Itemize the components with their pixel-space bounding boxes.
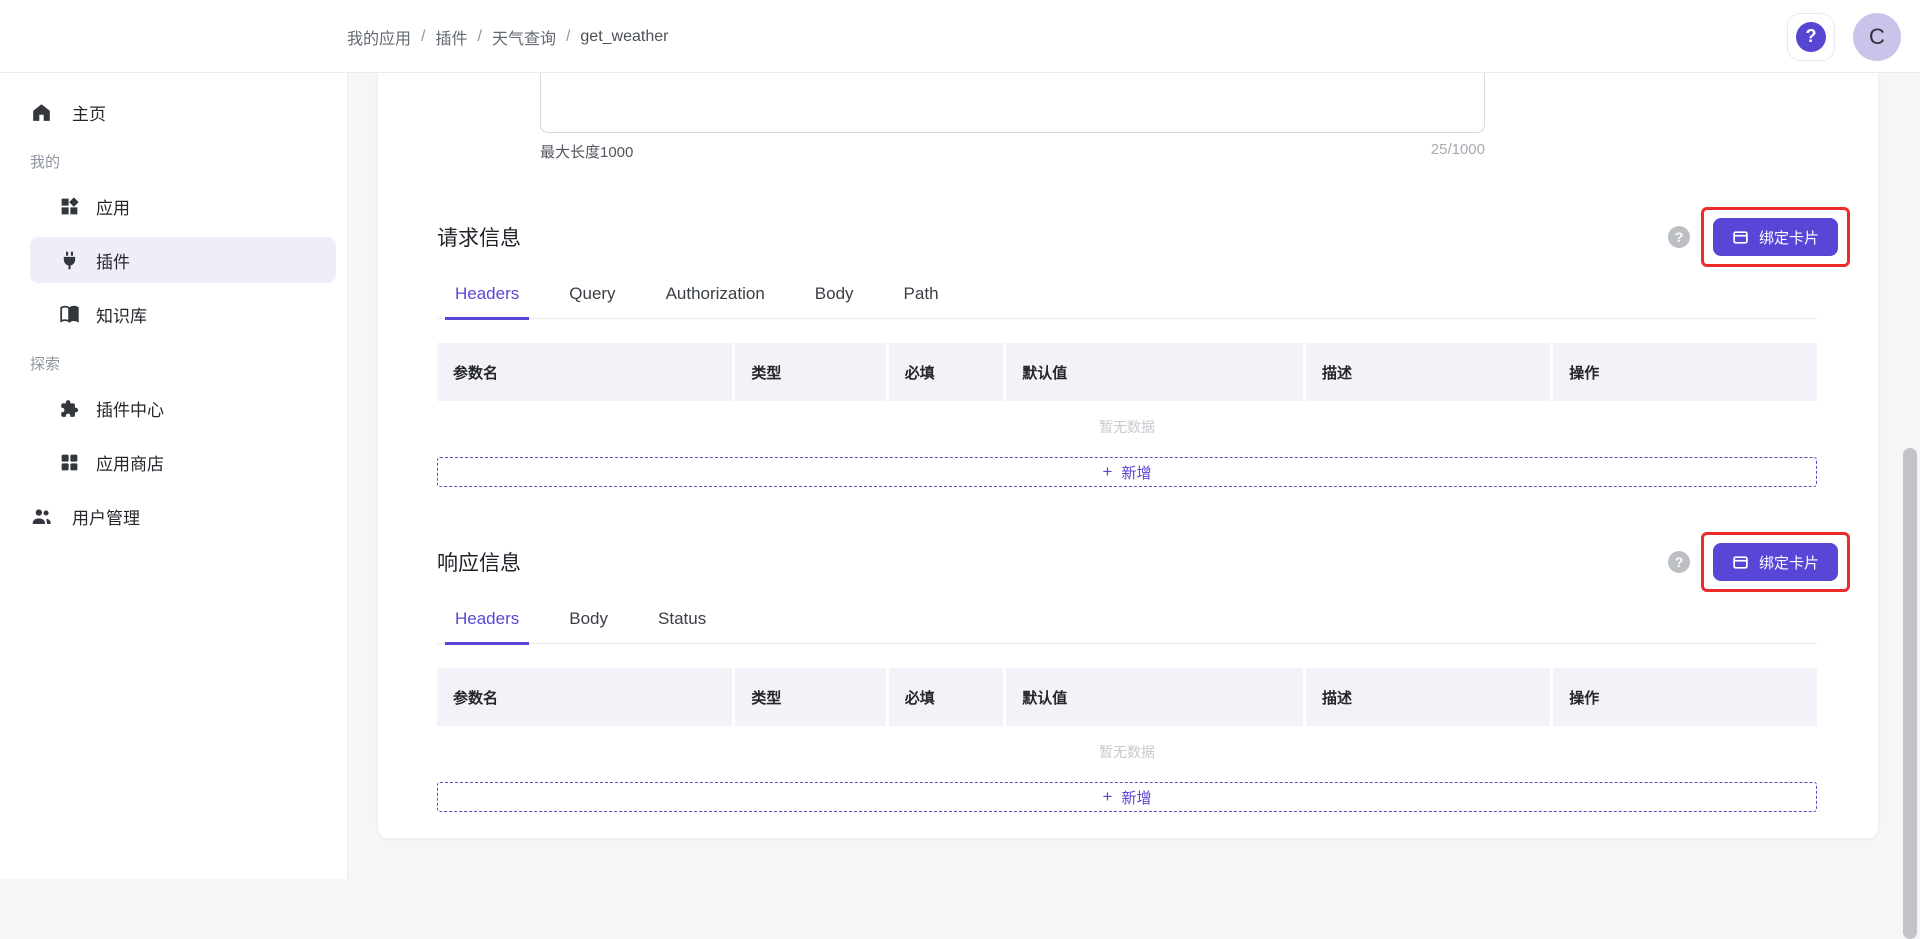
breadcrumb-item-get-weather: get_weather xyxy=(580,28,668,46)
topbar-actions: ? C xyxy=(1787,0,1901,73)
tab-query[interactable]: Query xyxy=(559,278,625,318)
column-type: 类型 xyxy=(735,343,885,401)
bind-card-label: 绑定卡片 xyxy=(1759,552,1819,573)
breadcrumb-separator: / xyxy=(477,28,481,46)
avatar[interactable]: C xyxy=(1853,13,1901,61)
response-table-header: 参数名 类型 必填 默认值 描述 操作 xyxy=(437,668,1817,726)
bind-card-label: 绑定卡片 xyxy=(1759,227,1819,248)
request-empty-text: 暂无数据 xyxy=(437,417,1817,437)
column-description: 描述 xyxy=(1306,668,1550,726)
request-bind-card-button[interactable]: 绑定卡片 xyxy=(1713,218,1838,256)
column-default: 默认值 xyxy=(1006,343,1303,401)
question-icon: ? xyxy=(1796,22,1826,52)
textarea-meta: 最大长度1000 25/1000 xyxy=(540,141,1485,162)
sidebar-item-knowledge[interactable]: 知识库 xyxy=(30,291,336,337)
sidebar-item-plugins[interactable]: 插件 xyxy=(30,237,336,283)
tab-headers[interactable]: Headers xyxy=(445,278,529,320)
tab-body[interactable]: Body xyxy=(559,603,618,643)
sidebar-item-app-store[interactable]: 应用商店 xyxy=(30,439,336,485)
puzzle-icon xyxy=(58,397,80,419)
store-icon xyxy=(58,451,80,473)
plugin-icon xyxy=(58,249,80,271)
plugin-config-card: 最大长度1000 25/1000 请求信息 ? 绑定卡片 He xyxy=(378,73,1878,838)
sidebar-item-user-management[interactable]: 用户管理 xyxy=(30,493,336,539)
sidebar-section-label: 我的 xyxy=(30,151,60,172)
annotation-highlight-box: 绑定卡片 xyxy=(1701,532,1850,592)
card-icon xyxy=(1732,554,1749,571)
tab-authorization[interactable]: Authorization xyxy=(656,278,775,318)
request-table-header: 参数名 类型 必填 默认值 描述 操作 xyxy=(437,343,1817,401)
column-param-name: 参数名 xyxy=(437,343,732,401)
card-icon xyxy=(1732,229,1749,246)
plus-icon: + xyxy=(1103,787,1113,807)
column-required: 必填 xyxy=(889,668,1004,726)
add-button-label: 新增 xyxy=(1121,462,1151,483)
column-param-name: 参数名 xyxy=(437,668,732,726)
add-button-label: 新增 xyxy=(1121,787,1151,808)
tab-status[interactable]: Status xyxy=(648,603,716,643)
request-help-icon[interactable]: ? xyxy=(1668,226,1690,248)
column-required: 必填 xyxy=(889,343,1004,401)
tab-body[interactable]: Body xyxy=(805,278,864,318)
help-button[interactable]: ? xyxy=(1787,13,1835,61)
column-description: 描述 xyxy=(1306,343,1550,401)
book-icon xyxy=(58,303,80,325)
annotation-highlight-box: 绑定卡片 xyxy=(1701,207,1850,267)
sidebar-item-apps[interactable]: 应用 xyxy=(30,183,336,229)
sidebar-section-label: 探索 xyxy=(30,353,60,374)
response-info-section: 响应信息 ? 绑定卡片 Headers Body Status xyxy=(437,531,1817,812)
users-icon xyxy=(30,505,52,527)
breadcrumb-item-plugins[interactable]: 插件 xyxy=(435,25,467,49)
breadcrumb: 我的应用 / 插件 / 天气查询 / get_weather xyxy=(347,0,668,73)
tab-headers[interactable]: Headers xyxy=(445,603,529,645)
sidebar-item-label: 用户管理 xyxy=(72,504,140,529)
char-counter: 25/1000 xyxy=(1431,141,1485,162)
apps-icon xyxy=(58,195,80,217)
column-actions: 操作 xyxy=(1553,668,1817,726)
response-tabs: Headers Body Status xyxy=(437,603,1817,644)
sidebar-item-label: 应用商店 xyxy=(96,450,164,475)
column-default: 默认值 xyxy=(1006,668,1303,726)
column-type: 类型 xyxy=(735,668,885,726)
request-tabs: Headers Query Authorization Body Path xyxy=(437,278,1817,319)
response-add-row-button[interactable]: + 新增 xyxy=(437,782,1817,812)
sidebar: 主页 我的 应用 插件 知识库 探索 插件中心 应用商店 xyxy=(0,73,348,879)
scrollbar-thumb[interactable] xyxy=(1903,448,1917,939)
breadcrumb-separator: / xyxy=(421,28,425,46)
tab-path[interactable]: Path xyxy=(894,278,949,318)
request-section-title: 请求信息 xyxy=(437,222,521,252)
plus-icon: + xyxy=(1103,462,1113,482)
response-help-icon[interactable]: ? xyxy=(1668,551,1690,573)
sidebar-section-explore: 探索 xyxy=(30,345,336,381)
sidebar-item-label: 知识库 xyxy=(96,302,147,327)
breadcrumb-separator: / xyxy=(566,28,570,46)
sidebar-item-label: 插件中心 xyxy=(96,396,164,421)
breadcrumb-item-my-apps[interactable]: 我的应用 xyxy=(347,25,411,49)
column-actions: 操作 xyxy=(1553,343,1817,401)
response-bind-card-button[interactable]: 绑定卡片 xyxy=(1713,543,1838,581)
home-icon xyxy=(30,101,52,123)
topbar: 我的应用 / 插件 / 天气查询 / get_weather ? C xyxy=(0,0,1920,73)
max-length-hint: 最大长度1000 xyxy=(540,141,633,162)
sidebar-item-label: 插件 xyxy=(96,248,130,273)
sidebar-item-plugin-center[interactable]: 插件中心 xyxy=(30,385,336,431)
sidebar-item-label: 应用 xyxy=(96,194,130,219)
request-info-section: 请求信息 ? 绑定卡片 Headers Query Authorization … xyxy=(437,206,1817,487)
breadcrumb-item-weather[interactable]: 天气查询 xyxy=(492,25,556,49)
sidebar-item-label: 主页 xyxy=(72,100,106,125)
sidebar-section-mine: 我的 xyxy=(30,143,336,179)
request-add-row-button[interactable]: + 新增 xyxy=(437,457,1817,487)
description-textarea[interactable] xyxy=(540,73,1485,133)
sidebar-item-home[interactable]: 主页 xyxy=(30,89,336,135)
main-content: 最大长度1000 25/1000 请求信息 ? 绑定卡片 He xyxy=(348,73,1920,879)
response-empty-text: 暂无数据 xyxy=(437,742,1817,762)
response-section-title: 响应信息 xyxy=(437,547,521,577)
